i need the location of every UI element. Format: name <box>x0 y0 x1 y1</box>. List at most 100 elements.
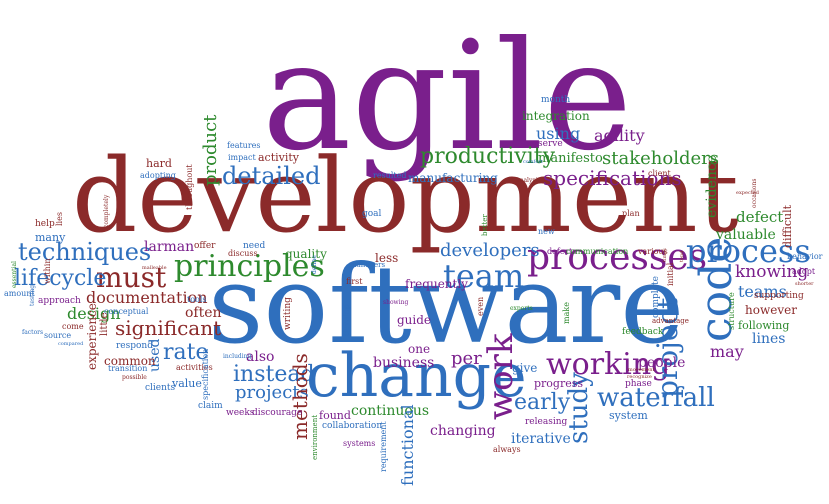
word-serve: serve <box>538 139 563 149</box>
word-recognize: recognize <box>627 374 652 380</box>
word-compared: compared <box>58 341 84 347</box>
word-define: define <box>311 255 318 274</box>
word-collaboration: collaboration <box>322 421 383 431</box>
word-shorter: shorter <box>795 281 814 287</box>
word-requirement: requirement <box>379 421 388 472</box>
word-early: early <box>514 390 571 415</box>
word-adopting: adopting <box>140 171 176 180</box>
word-always: always <box>493 445 521 454</box>
word-completely: completely <box>103 194 110 228</box>
word-feedback: feedback <box>622 327 664 337</box>
word-clients: clients <box>145 383 176 393</box>
word-specification: specification <box>201 348 210 400</box>
word-phase: phase <box>625 379 652 389</box>
word-writing: writing <box>283 297 293 330</box>
word-occasions: occasions <box>751 178 758 208</box>
word-even: even <box>476 296 485 316</box>
word-better: better <box>481 214 489 236</box>
word-lifecycle: lifecycle <box>14 266 107 291</box>
word-waterfall: waterfall <box>597 383 715 413</box>
word-quality: quality <box>285 247 327 261</box>
word-month: month <box>541 95 571 105</box>
word-first: first <box>346 277 363 286</box>
word-initial: initial <box>666 262 675 286</box>
word-essential: essential <box>11 261 18 288</box>
word-communication: communication <box>566 247 629 256</box>
word-discuss: discuss <box>228 249 258 258</box>
word-advantage: advantage <box>652 317 689 325</box>
word-tend: tend <box>679 250 685 262</box>
word-continuous: continuous <box>351 403 430 419</box>
word-little: little <box>99 312 110 336</box>
word-structure: structure <box>727 292 736 330</box>
word-methods: methods <box>288 353 312 440</box>
word-frequently: frequently <box>405 277 468 291</box>
word-factors: factors <box>22 329 44 336</box>
word-many: many <box>35 231 66 244</box>
word-releasing: releasing <box>525 417 568 427</box>
word-one: one <box>408 342 431 356</box>
word-environment: environment <box>311 414 319 460</box>
word-functional: functional <box>398 404 417 486</box>
word-guide: guide <box>397 313 432 327</box>
word-offer: offer <box>194 241 216 251</box>
word-throughout: throughout <box>185 164 194 210</box>
word-claim: claim <box>198 401 223 411</box>
word-including: including <box>223 353 252 360</box>
word-business: business <box>373 355 435 371</box>
word-value: value <box>172 377 202 390</box>
word-progress: progress <box>534 377 584 390</box>
word-agility: agility <box>594 126 645 145</box>
word-per: per <box>451 348 482 369</box>
word-manufacturing: manufacturing <box>408 171 498 185</box>
word-make: make <box>562 302 571 324</box>
word-come: come <box>62 322 84 331</box>
word-testing: testing <box>29 284 36 306</box>
word-develop: develop <box>342 304 351 336</box>
word-lies: lies <box>55 212 64 226</box>
word-experience: experience <box>85 303 99 370</box>
word-movement: movement <box>628 367 655 373</box>
word-systems: systems <box>343 439 376 448</box>
word-adopt: adopt <box>792 267 816 276</box>
word-following: following <box>738 319 790 332</box>
word-weeks: weeks <box>226 408 255 418</box>
word-tools: tools <box>187 295 207 304</box>
word-source: source <box>44 331 72 340</box>
word-impact: impact <box>228 153 256 162</box>
word-detailed: detailed <box>222 162 321 190</box>
word-larman: larman <box>144 239 195 255</box>
word-features: features <box>227 141 261 150</box>
word-resulted: resulted <box>373 171 407 180</box>
word-give: give <box>512 361 538 375</box>
word-system: system <box>609 409 648 422</box>
word-stakeholders: stakeholders <box>602 148 719 169</box>
word-plan: plan <box>622 209 640 218</box>
word-discourage: discourage <box>252 408 303 418</box>
word-client: client <box>648 169 671 178</box>
word-cloud: agile development software change proces… <box>0 0 829 504</box>
word-approach: approach <box>38 296 81 306</box>
word-malleable: malleable <box>142 265 167 271</box>
word-analysis: analysis <box>516 177 541 184</box>
word-may: may <box>710 342 744 361</box>
word-transition: transition <box>108 364 148 373</box>
word-supporting: supporting <box>754 291 804 301</box>
word-lines: lines <box>752 331 786 347</box>
word-iterative: iterative <box>511 431 571 447</box>
word-respond: respond <box>116 341 153 351</box>
word-new: new <box>538 227 555 236</box>
word-product: product <box>200 114 221 186</box>
word-often: often <box>185 305 222 321</box>
word-manifesto: manifesto <box>538 151 603 166</box>
word-activity: activity <box>258 151 300 164</box>
word-managers: managers <box>350 261 386 269</box>
word-hard: hard <box>146 157 172 170</box>
word-however: however <box>745 303 797 317</box>
word-goal: goal <box>362 209 382 219</box>
word-showing: showing <box>383 299 409 306</box>
word-changing: changing <box>430 423 496 439</box>
word-found: found <box>319 409 351 422</box>
word-valuable: valuable <box>716 227 776 243</box>
word-within: within <box>43 258 52 284</box>
